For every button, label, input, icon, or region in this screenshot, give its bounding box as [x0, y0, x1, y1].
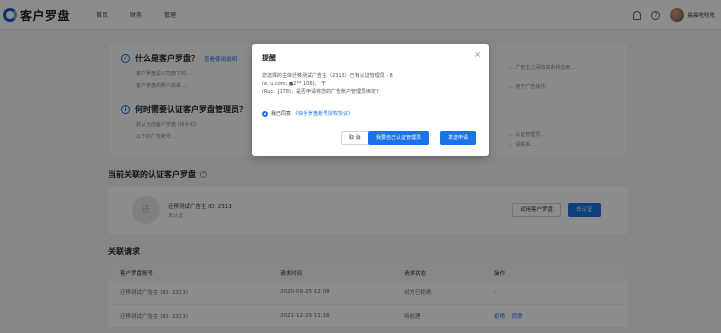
agreement-link[interactable]: 《快手罗盘账号授权协议》 [293, 110, 353, 117]
modal-text-2: (e. u.com, ●2** 106)。 于 [262, 81, 327, 87]
close-icon[interactable]: × [474, 50, 481, 59]
modal-body: 您选择的主体迁移测试广告主（2313）已有认证管理员 · 8 (e. u.com… [262, 72, 477, 96]
agree-checkbox[interactable]: 我已同意 《快手罗盘账号授权协议》 [262, 110, 353, 117]
cancel-button[interactable]: 取 消 [341, 131, 369, 145]
modal-title: 提醒 [262, 54, 276, 62]
reminder-modal: 提醒 × 您选择的主体迁移测试广告主（2313）已有认证管理员 · 8 (e. … [252, 44, 489, 156]
modal-text-3: (Ruc: .J178)，是否申请将您的广告账户管理员绑定? [262, 89, 379, 95]
self-verify-button[interactable]: 我要自己认证管理员 [368, 131, 430, 145]
radio-selected-icon[interactable] [262, 110, 268, 117]
send-request-button[interactable]: 发送申请 [440, 131, 477, 145]
agree-label: 我已同意 [271, 111, 292, 117]
modal-text-1: 您选择的主体迁移测试广告主（2313）已有认证管理员 · 8 [262, 73, 393, 79]
